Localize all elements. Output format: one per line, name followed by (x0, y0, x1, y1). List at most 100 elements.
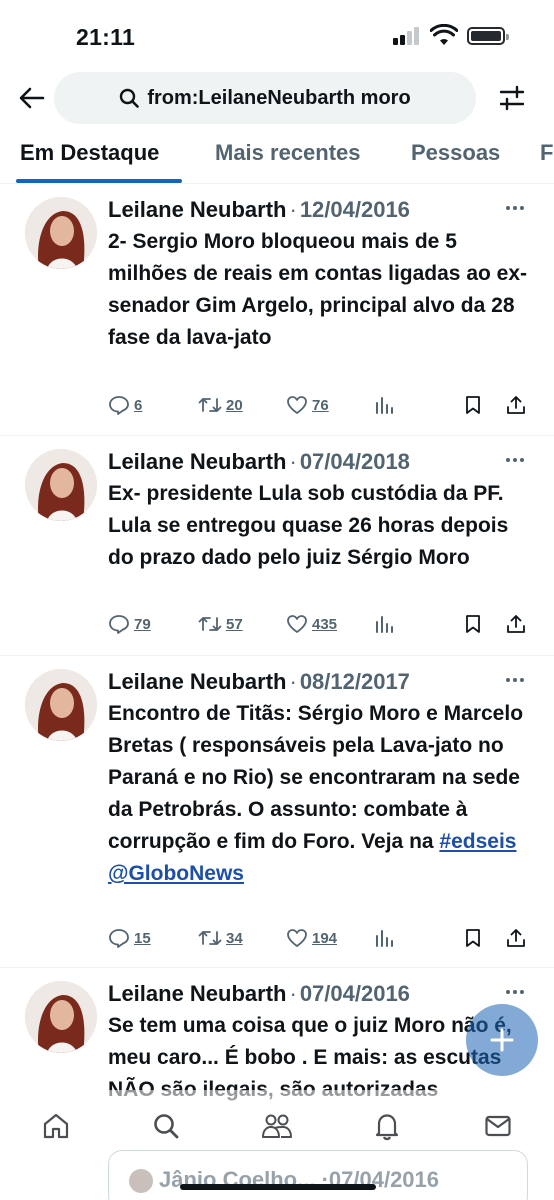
avatar[interactable] (25, 449, 97, 521)
avatar[interactable] (25, 981, 97, 1053)
share-button[interactable] (506, 928, 526, 948)
views-icon (376, 930, 393, 947)
mention-link[interactable]: @GloboNews (108, 862, 244, 885)
sliders-icon (499, 85, 525, 111)
communities-icon (262, 1114, 292, 1138)
tab-mais-recentes[interactable]: Mais recentes (215, 140, 361, 166)
avatar (129, 1169, 153, 1193)
views-button[interactable] (374, 614, 394, 634)
avatar[interactable] (25, 669, 97, 741)
more-options-button[interactable] (500, 196, 530, 220)
battery-icon (467, 27, 509, 45)
search-tabs: Em Destaque Mais recentes Pessoas F (0, 126, 554, 184)
author-name[interactable]: Leilane Neubarth (108, 981, 286, 1006)
reply-icon (109, 929, 129, 948)
bookmark-button[interactable] (464, 928, 482, 948)
tweet-header: Leilane Neubarth · 07/04/2016 (108, 980, 410, 1008)
tweet-date[interactable]: 08/12/2017 (300, 669, 410, 694)
retweet-button[interactable]: 57 (198, 614, 243, 634)
author-name[interactable]: Leilane Neubarth (108, 197, 286, 222)
nav-notifications[interactable] (367, 1108, 407, 1144)
bookmark-icon (466, 396, 480, 414)
like-count: 194 (312, 929, 338, 947)
bookmark-icon (466, 929, 480, 947)
hashtag-link[interactable]: #edseis (439, 830, 516, 853)
tab-em-destaque[interactable]: Em Destaque (20, 140, 159, 166)
reply-icon (109, 396, 129, 415)
reply-button[interactable]: 79 (108, 614, 151, 634)
tweet[interactable]: Leilane Neubarth · 08/12/2017 Encontro de … (0, 656, 554, 968)
views-icon (376, 397, 393, 414)
active-tab-indicator (16, 179, 182, 183)
reply-count: 15 (134, 929, 151, 947)
wifi-icon (430, 24, 458, 45)
more-options-button[interactable] (500, 448, 530, 472)
more-options-button[interactable] (500, 980, 530, 1004)
compose-button[interactable] (466, 1004, 538, 1076)
nav-search[interactable] (146, 1108, 186, 1144)
share-button[interactable] (506, 395, 526, 415)
home-indicator[interactable] (180, 1184, 376, 1190)
home-icon (43, 1113, 69, 1139)
tab-pessoas[interactable]: Pessoas (411, 140, 500, 166)
back-button[interactable] (14, 82, 50, 114)
tweet-text: 2- Sergio Moro bloqueou mais de 5 milhõe… (108, 230, 528, 349)
share-button[interactable] (506, 614, 526, 634)
tweet[interactable]: Leilane Neubarth · 07/04/2018 Ex- presiden… (0, 436, 554, 656)
quoted-tweet-card[interactable]: Jânio Coelho... ·07/04/2016 (108, 1150, 528, 1200)
heart-icon (287, 929, 307, 947)
like-button[interactable]: 194 (286, 928, 337, 948)
like-button[interactable]: 76 (286, 395, 329, 415)
reply-count: 79 (134, 615, 151, 633)
separator: · (289, 669, 297, 694)
tweet-date[interactable]: 12/04/2016 (300, 197, 410, 222)
tweet-text: Ex- presidente Lula sob custódia da PF. … (108, 482, 509, 569)
like-button[interactable]: 435 (286, 614, 337, 634)
like-count: 76 (312, 396, 329, 414)
nav-messages[interactable] (478, 1108, 518, 1144)
notifications-icon (375, 1114, 399, 1141)
retweet-icon (198, 398, 222, 412)
like-count: 435 (312, 615, 338, 633)
tweet-date[interactable]: 07/04/2018 (300, 449, 410, 474)
author-name[interactable]: Leilane Neubarth (108, 449, 286, 474)
share-icon (507, 615, 525, 633)
bookmark-button[interactable] (464, 614, 482, 634)
avatar[interactable] (25, 197, 97, 269)
search-icon (154, 1114, 179, 1139)
share-icon (507, 396, 525, 414)
search-input[interactable]: from:LeilaneNeubarth moro (54, 72, 476, 124)
reply-button[interactable]: 15 (108, 928, 151, 948)
search-icon (119, 88, 140, 108)
nav-communities[interactable] (257, 1108, 297, 1144)
separator: · (289, 197, 297, 222)
tweet-header: Leilane Neubarth · 08/12/2017 (108, 668, 410, 696)
search-filter-button[interactable] (494, 82, 530, 114)
more-options-button[interactable] (500, 668, 530, 692)
reply-button[interactable]: 6 (108, 395, 142, 415)
views-button[interactable] (374, 928, 394, 948)
views-button[interactable] (374, 395, 394, 415)
retweet-icon (198, 617, 222, 631)
plus-icon (490, 1028, 514, 1052)
tweet[interactable]: Leilane Neubarth · 12/04/2016 2- Sergio Mo… (0, 184, 554, 436)
bookmark-button[interactable] (464, 395, 482, 415)
cellular-signal-icon (393, 27, 421, 45)
retweet-button[interactable]: 20 (198, 395, 243, 415)
author-name[interactable]: Leilane Neubarth (108, 669, 286, 694)
search-header: from:LeilaneNeubarth moro (0, 70, 554, 126)
tweet-date[interactable]: 07/04/2016 (300, 981, 410, 1006)
retweet-count: 34 (226, 929, 243, 947)
status-time: 21:11 (76, 24, 136, 50)
tweet-text-container: Encontro de Titãs: Sérgio Moro e Marcelo… (108, 698, 528, 890)
heart-icon (287, 615, 307, 633)
nav-home[interactable] (36, 1108, 76, 1144)
tweet-actions: 15 34 194 (108, 928, 528, 952)
retweet-button[interactable]: 34 (198, 928, 243, 948)
views-icon (376, 616, 393, 633)
bottom-nav (0, 1098, 554, 1154)
tab-more[interactable]: F (540, 140, 553, 166)
separator: · (289, 981, 297, 1006)
separator: · (289, 449, 297, 474)
share-icon (507, 929, 525, 947)
